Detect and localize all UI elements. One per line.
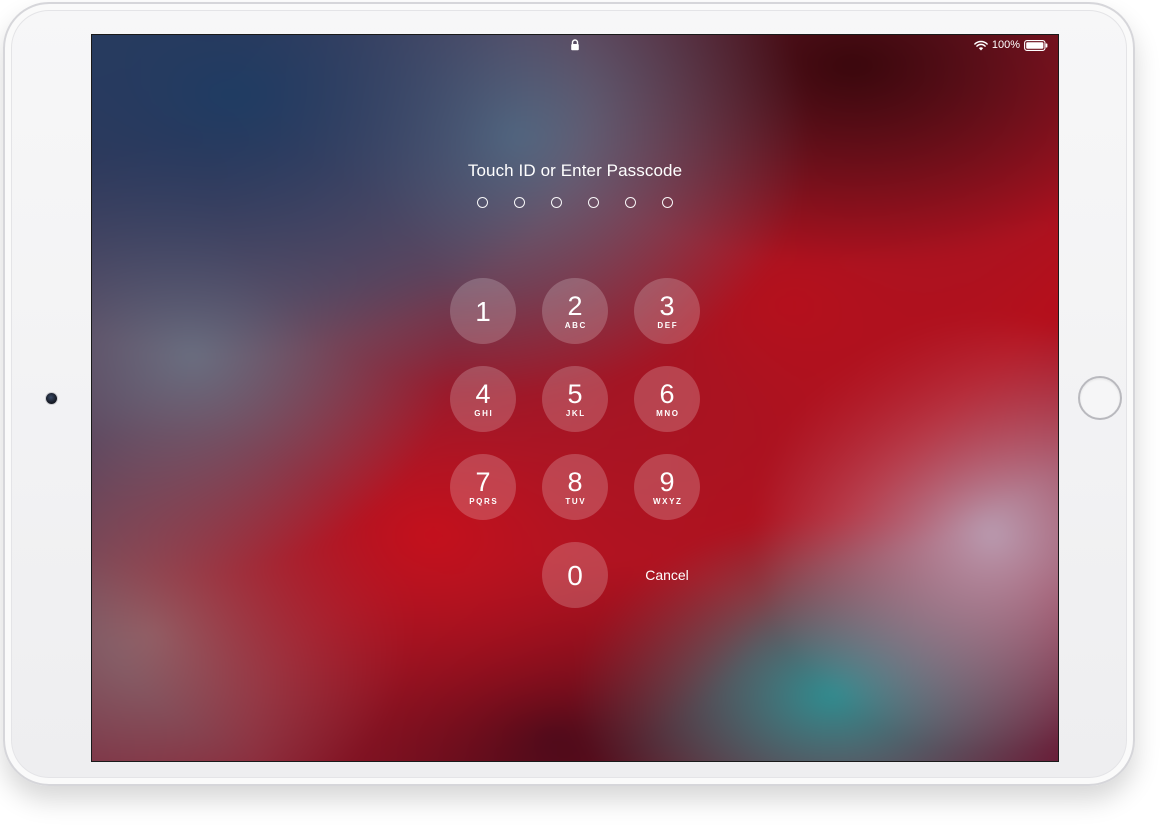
key-8[interactable]: 8 TUV — [542, 454, 608, 520]
key-letters: WXYZ — [653, 496, 683, 506]
key-9[interactable]: 9 WXYZ — [634, 454, 700, 520]
status-right: 100% — [974, 38, 1048, 52]
key-2[interactable]: 2 ABC — [542, 278, 608, 344]
passcode-dot — [551, 197, 562, 208]
key-digit: 2 — [567, 290, 583, 321]
battery-percent: 100% — [991, 39, 1020, 51]
key-digit: 3 — [659, 290, 675, 321]
key-letters: JKL — [565, 408, 586, 418]
home-button[interactable] — [1078, 376, 1122, 420]
key-7[interactable]: 7 PQRS — [450, 454, 516, 520]
key-letters: TUV — [565, 496, 587, 506]
passcode-prompt: Touch ID or Enter Passcode — [467, 161, 683, 180]
passcode-dot — [625, 197, 636, 208]
status-bar: 100% — [92, 35, 1058, 57]
passcode-dots — [92, 197, 1058, 208]
key-digit: 1 — [475, 295, 491, 327]
ipad-device: 100% Touch ID or Enter Passcode 1 2 ABC … — [3, 2, 1135, 786]
key-digit: 5 — [567, 378, 583, 409]
lock-screen: 100% Touch ID or Enter Passcode 1 2 ABC … — [91, 34, 1059, 762]
front-camera — [46, 393, 57, 404]
key-letters: DEF — [657, 320, 679, 330]
cancel-button[interactable]: Cancel — [634, 542, 700, 608]
wifi-icon — [974, 40, 988, 50]
key-6[interactable]: 6 MNO — [634, 366, 700, 432]
key-digit: 8 — [567, 466, 583, 497]
key-digit: 4 — [475, 378, 491, 409]
key-3[interactable]: 3 DEF — [634, 278, 700, 344]
key-letters: ABC — [564, 320, 587, 330]
key-digit: 6 — [659, 378, 675, 409]
passcode-dot — [662, 197, 673, 208]
key-digit: 0 — [567, 559, 583, 591]
passcode-keypad: 1 2 ABC 3 DEF 4 GHI 5 JKL 6 MNO 7 PQRS 8… — [450, 278, 702, 612]
key-5[interactable]: 5 JKL — [542, 366, 608, 432]
key-1[interactable]: 1 — [450, 278, 516, 344]
passcode-dot — [588, 197, 599, 208]
key-4[interactable]: 4 GHI — [450, 366, 516, 432]
key-digit: 9 — [659, 466, 675, 497]
key-0[interactable]: 0 — [542, 542, 608, 608]
key-letters: PQRS — [469, 496, 499, 506]
battery-icon — [1024, 39, 1048, 51]
passcode-dot — [514, 197, 525, 208]
key-letters: GHI — [474, 408, 494, 418]
key-digit: 7 — [475, 466, 491, 497]
passcode-dot — [477, 197, 488, 208]
lock-icon — [571, 39, 579, 51]
key-letters: MNO — [656, 408, 680, 418]
